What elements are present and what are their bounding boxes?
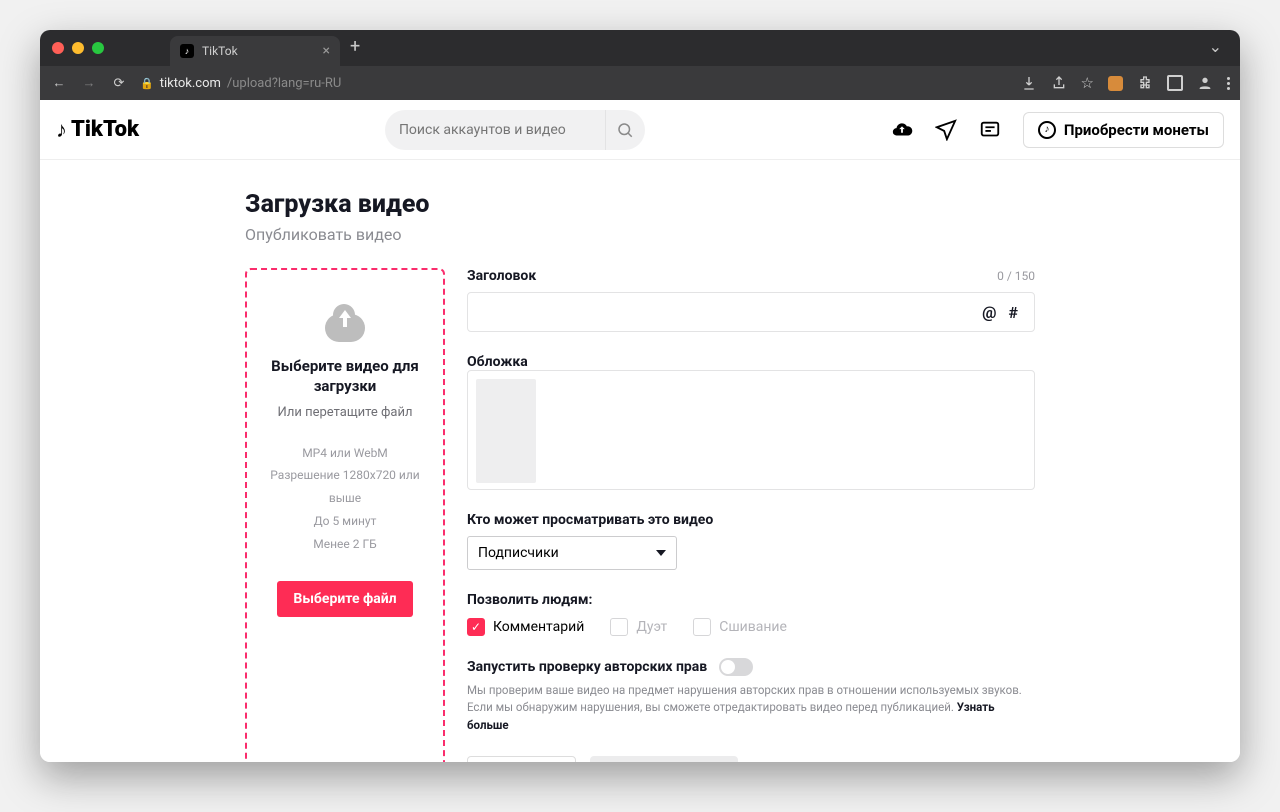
upload-meta-format: MP4 или WebM bbox=[257, 442, 433, 465]
cloud-upload-icon bbox=[325, 314, 365, 342]
upload-meta-duration: До 5 минут bbox=[257, 510, 433, 533]
hashtag-button[interactable]: # bbox=[1003, 303, 1024, 322]
allow-label: Позволить людям: bbox=[467, 592, 1035, 608]
forward-button[interactable]: → bbox=[80, 74, 98, 92]
allow-stitch[interactable]: Сшивание bbox=[693, 618, 787, 636]
maximize-window-button[interactable] bbox=[92, 42, 104, 54]
allow-options: ✓ Комментарий Дуэт Сшивание bbox=[467, 618, 1035, 636]
page-title: Загрузка видео bbox=[245, 190, 1035, 219]
privacy-label: Кто может просматривать это видео bbox=[467, 512, 1035, 528]
form-actions: Удалить Опубликовать bbox=[467, 756, 1035, 762]
search-icon bbox=[616, 121, 634, 139]
search-input[interactable] bbox=[385, 122, 605, 138]
address-bar[interactable]: 🔒 tiktok.com/upload?lang=ru-RU bbox=[140, 76, 1009, 91]
site-header: ♪ TikTok ♪ Приобрести монеты bbox=[40, 100, 1240, 160]
back-button[interactable]: ← bbox=[50, 74, 68, 92]
allow-comment-label: Комментарий bbox=[493, 619, 584, 635]
logo-text: TikTok bbox=[71, 117, 139, 142]
upload-meta-resolution: Разрешение 1280x720 или выше bbox=[257, 464, 433, 510]
copyright-toggle[interactable] bbox=[719, 658, 753, 676]
upload-meta: MP4 или WebM Разрешение 1280x720 или выш… bbox=[257, 442, 433, 556]
upload-dropzone[interactable]: Выберите видео для загрузки Или перетащи… bbox=[245, 268, 445, 762]
upload-form: Заголовок 0 / 150 @ # Обложка Кто может … bbox=[467, 268, 1035, 762]
tiktok-logo[interactable]: ♪ TikTok bbox=[56, 117, 139, 143]
page-content: ♪ TikTok ♪ Приобрести монеты Загрузка bbox=[40, 100, 1240, 762]
get-coins-label: Приобрести монеты bbox=[1064, 121, 1209, 139]
upload-cloud-icon[interactable] bbox=[891, 119, 913, 141]
allow-duet-label: Дуэт bbox=[636, 619, 667, 635]
inbox-icon[interactable] bbox=[979, 119, 1001, 141]
reload-button[interactable]: ⟳ bbox=[110, 74, 128, 92]
page-subtitle: Опубликовать видео bbox=[245, 225, 1035, 244]
messages-icon[interactable] bbox=[935, 119, 957, 141]
panel-toggle-icon[interactable] bbox=[1167, 75, 1183, 91]
header-actions: ♪ Приобрести монеты bbox=[891, 112, 1224, 148]
title-input-wrapper: @ # bbox=[467, 292, 1035, 332]
copyright-help: Мы проверим ваше видео на предмет наруше… bbox=[467, 682, 1035, 734]
title-counter: 0 / 150 bbox=[997, 269, 1035, 283]
download-icon[interactable] bbox=[1021, 75, 1037, 91]
browser-action-icons: ☆ bbox=[1021, 74, 1230, 92]
lock-icon: 🔒 bbox=[140, 77, 154, 90]
cover-placeholder bbox=[476, 379, 536, 483]
url-path: /upload?lang=ru-RU bbox=[227, 76, 341, 91]
mention-button[interactable]: @ bbox=[976, 303, 1002, 322]
minimize-window-button[interactable] bbox=[72, 42, 84, 54]
allow-duet[interactable]: Дуэт bbox=[610, 618, 667, 636]
upload-meta-size: Менее 2 ГБ bbox=[257, 533, 433, 556]
tabs-overflow-button[interactable]: ⌄ bbox=[1199, 37, 1232, 60]
tab-close-icon[interactable]: × bbox=[323, 44, 330, 58]
title-input[interactable] bbox=[478, 304, 976, 320]
select-file-button[interactable]: Выберите файл bbox=[277, 581, 412, 617]
coin-icon: ♪ bbox=[1038, 121, 1056, 139]
browser-window: ♪ TikTok × + ⌄ ← → ⟳ 🔒 tiktok.com/upload… bbox=[40, 30, 1240, 762]
cover-box[interactable] bbox=[467, 370, 1035, 490]
allow-stitch-label: Сшивание bbox=[719, 619, 787, 635]
privacy-value: Подписчики bbox=[478, 545, 559, 561]
close-window-button[interactable] bbox=[52, 42, 64, 54]
search-button[interactable] bbox=[605, 110, 645, 150]
new-tab-button[interactable]: + bbox=[340, 36, 370, 61]
checkbox-checked-icon: ✓ bbox=[467, 618, 485, 636]
checkbox-icon bbox=[610, 618, 628, 636]
window-controls bbox=[48, 30, 110, 66]
checkbox-icon bbox=[693, 618, 711, 636]
tab-title: TikTok bbox=[202, 44, 238, 58]
tab-favicon: ♪ bbox=[180, 44, 194, 58]
title-label: Заголовок bbox=[467, 268, 536, 284]
extension-icon[interactable] bbox=[1108, 76, 1123, 91]
profile-icon[interactable] bbox=[1197, 75, 1213, 91]
copyright-help-text: Мы проверим ваше видео на предмет наруше… bbox=[467, 683, 1022, 714]
upload-lead-text: Выберите видео для загрузки bbox=[257, 356, 433, 397]
browser-titlebar: ♪ TikTok × + ⌄ bbox=[40, 30, 1240, 66]
cover-label: Обложка bbox=[467, 354, 1035, 370]
publish-button[interactable]: Опубликовать bbox=[590, 756, 738, 762]
browser-tab[interactable]: ♪ TikTok × bbox=[170, 36, 340, 66]
get-coins-button[interactable]: ♪ Приобрести монеты bbox=[1023, 112, 1224, 148]
delete-button[interactable]: Удалить bbox=[467, 756, 576, 762]
logo-note-icon: ♪ bbox=[56, 117, 67, 143]
url-host: tiktok.com bbox=[160, 76, 221, 91]
browser-toolbar: ← → ⟳ 🔒 tiktok.com/upload?lang=ru-RU ☆ bbox=[40, 66, 1240, 100]
bookmark-star-icon[interactable]: ☆ bbox=[1081, 74, 1094, 92]
upload-or-text: Или перетащите файл bbox=[257, 405, 433, 420]
copyright-label: Запустить проверку авторских прав bbox=[467, 659, 707, 675]
upload-content: Загрузка видео Опубликовать видео Выбери… bbox=[245, 180, 1035, 762]
privacy-select[interactable]: Подписчики bbox=[467, 536, 677, 570]
browser-menu-icon[interactable] bbox=[1227, 77, 1230, 90]
chevron-down-icon bbox=[656, 550, 666, 556]
extensions-puzzle-icon[interactable] bbox=[1137, 75, 1153, 91]
search-box[interactable] bbox=[385, 110, 645, 150]
share-icon[interactable] bbox=[1051, 75, 1067, 91]
allow-comment[interactable]: ✓ Комментарий bbox=[467, 618, 584, 636]
